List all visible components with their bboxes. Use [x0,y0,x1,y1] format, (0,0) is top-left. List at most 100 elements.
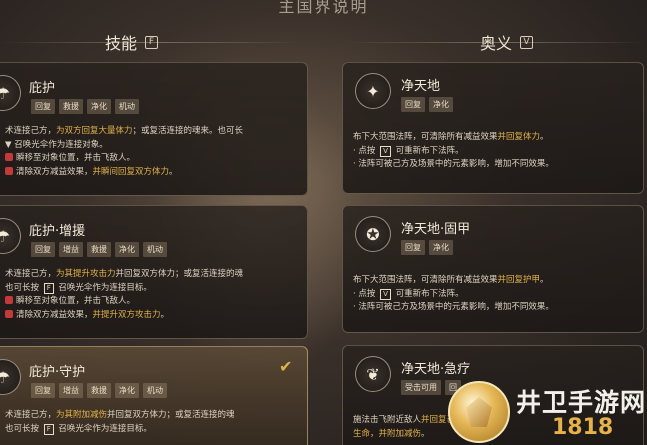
desc-line: 术连接己方，为其提升攻击力并回复双方体力；或复活连接的魂 [5,268,243,282]
desc-line: 也可长按 F 召唤光伞作为连接目标。 [5,282,243,296]
desc-text: 。 [540,275,549,285]
key-hint: V [380,145,391,157]
desc-line: ▼ 召唤光伞作为连接对象。 [5,139,243,153]
desc-highlight: 并提升双方攻击力 [92,309,161,320]
desc-text: 召唤光伞作为连接目标。 [55,423,152,434]
skill-tags: 回复 救援 净化 机动 [31,99,139,114]
ultimate-title: 净天地·固甲 [401,222,471,237]
desc-text: 布下大范围法阵，可清除所有减益效果 [353,275,498,285]
desc-text: · 法阵可被己方及场景中的元素影响，增加不同效果。 [353,302,554,312]
desc-text: 也可长按 [5,282,42,293]
desc-highlight: 为其提升攻击力 [56,269,116,279]
desc-line: 布下大范围法阵，可清除所有减益效果并回复体力。 [353,131,554,145]
skill-tag: 救援 [87,242,111,257]
effect-badge-icon [5,296,13,304]
skill-tag: 回复 [31,99,55,114]
desc-highlight: 并回复体力 [497,132,541,142]
desc-text: 。 [540,132,549,142]
skill-title: 庇护·守护 [29,365,86,380]
desc-highlight: 并瞬间回复双方体力 [92,166,170,177]
ultimate-title: 净天地 [401,79,441,94]
skill-tag: 净化 [87,99,111,114]
desc-text: 布下大范围法阵，可清除所有减益效果 [353,132,498,142]
skill-description: 术连接己方，为其附加减伤并回复双方体力；或复活连接的魂 也可长按 F 召唤光伞作为… [5,409,235,436]
desc-text: 清除双方减益效果， [16,309,93,320]
effect-badge-icon [5,309,13,318]
desc-line: 瞬移至对象位置，并击飞敌人。 [5,152,243,166]
desc-text: 瞬移至对象位置，并击飞敌人。 [16,153,136,163]
ultimate-tags: 回复 净化 [401,97,453,112]
skill-tag: 净化 [115,383,139,398]
effect-badge-icon [5,166,13,175]
desc-line: · 点按 V 可重新布下法阵。 [353,288,554,302]
skill-tags: 回复 增益 救援 净化 机动 [31,242,167,257]
desc-line: · 点按 V 可重新布下法阵。 [353,145,554,159]
desc-text: 并回复双方体力；或复活连接的魂 [115,269,244,279]
ultimate-description: 布下大范围法阵，可清除所有减益效果并回复体力。 · 点按 V 可重新布下法阵。 · … [353,131,554,172]
skill-tag: 净化 [115,242,139,257]
desc-text: 术连接己方， [5,126,57,136]
desc-line: 术连接己方，为其附加减伤并回复双方体力；或复活连接的魂 [5,409,235,423]
desc-text: 。 [169,166,178,177]
desc-line: 也可长按 F 召唤光伞作为连接目标。 [5,423,235,437]
skill-tag: 机动 [115,99,139,114]
ultimate-tag: 净化 [429,240,453,255]
key-hint: F [43,423,54,435]
skill-card[interactable]: ☂ 庇护·增援回复增益救援净化机动术连接己方，为其提升攻击力并回复双方体力；或复活… [0,205,308,339]
gem-icon [466,397,492,427]
desc-text: 召唤光伞作为连接目标。 [55,282,152,293]
lotus-icon: ✪ [355,216,391,252]
desc-text: 。 [160,309,170,320]
desc-line: 布下大范围法阵，可清除所有减益效果并回复护甲。 [353,274,554,288]
skill-tag: 机动 [143,383,167,398]
umbrella-icon: ☂ [0,75,21,111]
skill-tag: 机动 [143,242,167,257]
desc-text: · 法阵可被己方及场景中的元素影响，增加不同效果。 [353,159,554,169]
desc-text: 并回复双方体力；或复活连接的魂 [107,410,235,420]
check-icon: ✔ [279,357,293,376]
skill-tag: 救援 [87,383,111,398]
desc-text: · 点按 [353,288,379,299]
desc-text: 可重新布下法阵。 [392,288,464,299]
desc-line: 清除双方减益效果，并瞬间回复双方体力。 [5,166,243,180]
skill-tag: 回复 [31,242,55,257]
umbrella-icon: ☂ [0,359,21,395]
skill-tag: 增益 [59,242,83,257]
lotus-icon: ❦ [355,356,391,392]
skill-title: 庇护 [29,81,56,96]
skill-description: 术连接己方，为其提升攻击力并回复双方体力；或复活连接的魂 也可长按 F 召唤光伞作… [5,268,243,322]
ultimate-tags: 回复 净化 [401,240,453,255]
ultimate-tag: 受击可用 [401,380,441,395]
desc-text: 可重新布下法阵。 [392,145,464,156]
ultimate-description: 布下大范围法阵，可清除所有减益效果并回复护甲。 · 点按 V 可重新布下法阵。 · … [353,274,554,315]
desc-line: 术连接己方，为双方回复大量体力；或复活连接的魂来。也可长 [5,125,243,139]
desc-text: ▼ 召唤光伞作为连接对象。 [5,139,108,150]
skill-tags: 回复 增益 救援 净化 机动 [31,383,167,398]
ultimate-tag: 回复 [401,240,425,255]
watermark-text: 井卫手游网 [516,388,647,417]
desc-line: 清除双方减益效果，并提升双方攻击力。 [5,309,243,323]
skill-description: 术连接己方，为双方回复大量体力；或复活连接的魂来。也可长 ▼ 召唤光伞作为连接对象… [5,125,243,179]
site-logo [448,381,510,443]
ultimate-card[interactable]: ✪ 净天地·固甲 回复 净化 布下大范围法阵，可清除所有减益效果并回复护甲。 · 点按 V… [342,205,644,333]
desc-text: 施法击飞附近敌人 [353,415,422,425]
desc-text: 清除双方减益效果， [16,166,93,177]
desc-line: · 法阵可被己方及场景中的元素影响，增加不同效果。 [353,158,554,172]
ultimate-header-divider [345,42,647,43]
skills-header-divider [0,42,300,43]
skill-card[interactable]: ☂ 庇护·守护回复增益救援净化机动术连接己方，为其附加减伤并回复双方体力；或复活连… [0,346,308,445]
effect-badge-icon [5,153,13,161]
desc-text: 也可长按 [5,423,42,434]
desc-highlight: 并回复护甲 [497,275,541,285]
page-title: 主国界说明 [278,0,369,16]
skill-tag: 回复 [31,383,55,398]
desc-highlight: 为双方回复大量体力 [56,126,133,136]
desc-line: · 法阵可被己方及场景中的元素影响，增加不同效果。 [353,301,554,315]
ultimate-card[interactable]: ✦ 净天地 回复 净化 布下大范围法阵，可清除所有减益效果并回复体力。 · 点按 V 可重… [342,62,644,194]
watermark-sub: 1818 [552,415,614,440]
key-hint: F [43,282,54,294]
lotus-icon: ✦ [355,73,391,109]
umbrella-icon: ☂ [0,218,21,254]
desc-text: 术连接己方， [5,410,57,420]
skill-card[interactable]: ☂ 庇护回复救援净化机动术连接己方，为双方回复大量体力；或复活连接的魂来。也可长▼… [0,62,308,196]
